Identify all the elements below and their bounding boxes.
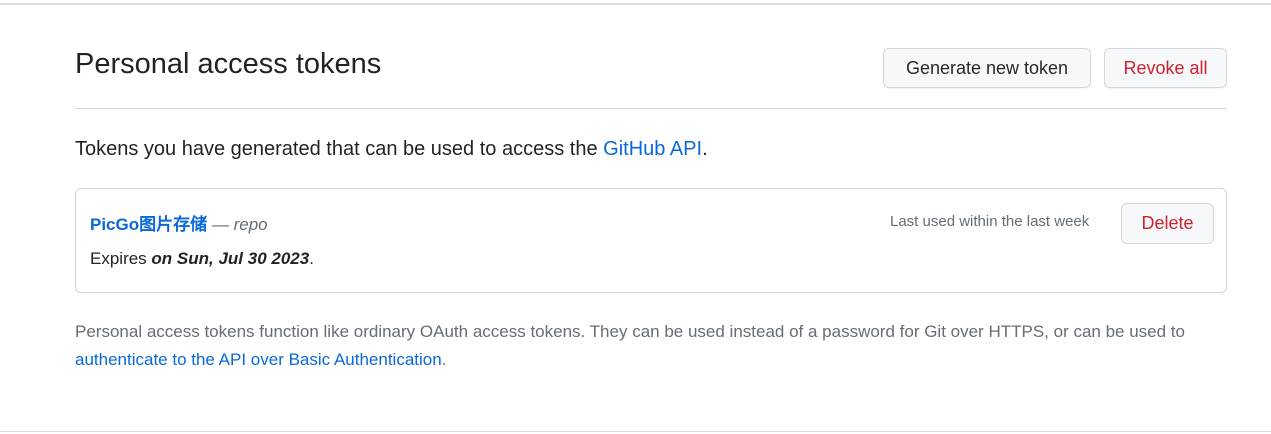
top-divider	[0, 3, 1271, 5]
revoke-all-button[interactable]: Revoke all	[1104, 48, 1227, 88]
token-separator: —	[207, 215, 234, 234]
intro-text-body: Tokens you have generated that can be us…	[75, 138, 604, 160]
token-name-line: PicGo图片存储 — repo	[90, 210, 268, 235]
token-expires-prefix: Expires	[90, 249, 152, 268]
token-expires-date: on Sun, Jul 30 2023	[151, 249, 310, 268]
token-scope: repo	[233, 215, 268, 234]
intro-text-suffix: .	[702, 138, 708, 160]
token-expires-suffix: .	[309, 249, 314, 268]
delete-token-button[interactable]: Delete	[1121, 203, 1214, 244]
token-name-link[interactable]: PicGo图片存储	[90, 215, 207, 234]
github-api-link[interactable]: GitHub API	[603, 138, 702, 160]
section-header: Personal access tokens Generate new toke…	[75, 40, 1227, 109]
generate-new-token-button[interactable]: Generate new token	[883, 48, 1091, 88]
token-list-item: PicGo图片存储 — repo Expires on Sun, Jul 30 …	[75, 188, 1227, 293]
token-last-used: Last used within the last week	[890, 213, 1090, 230]
help-note: Personal access tokens function like ord…	[75, 318, 1235, 374]
help-note-body: Personal access tokens function like ord…	[75, 322, 1185, 341]
bottom-divider	[0, 431, 1271, 432]
token-expiration: Expires on Sun, Jul 30 2023.	[90, 249, 314, 269]
basic-auth-link[interactable]: authenticate to the API over Basic Authe…	[75, 350, 442, 369]
intro-text: Tokens you have generated that can be us…	[75, 138, 708, 161]
help-note-suffix: .	[441, 350, 447, 369]
page-title: Personal access tokens	[75, 48, 382, 80]
